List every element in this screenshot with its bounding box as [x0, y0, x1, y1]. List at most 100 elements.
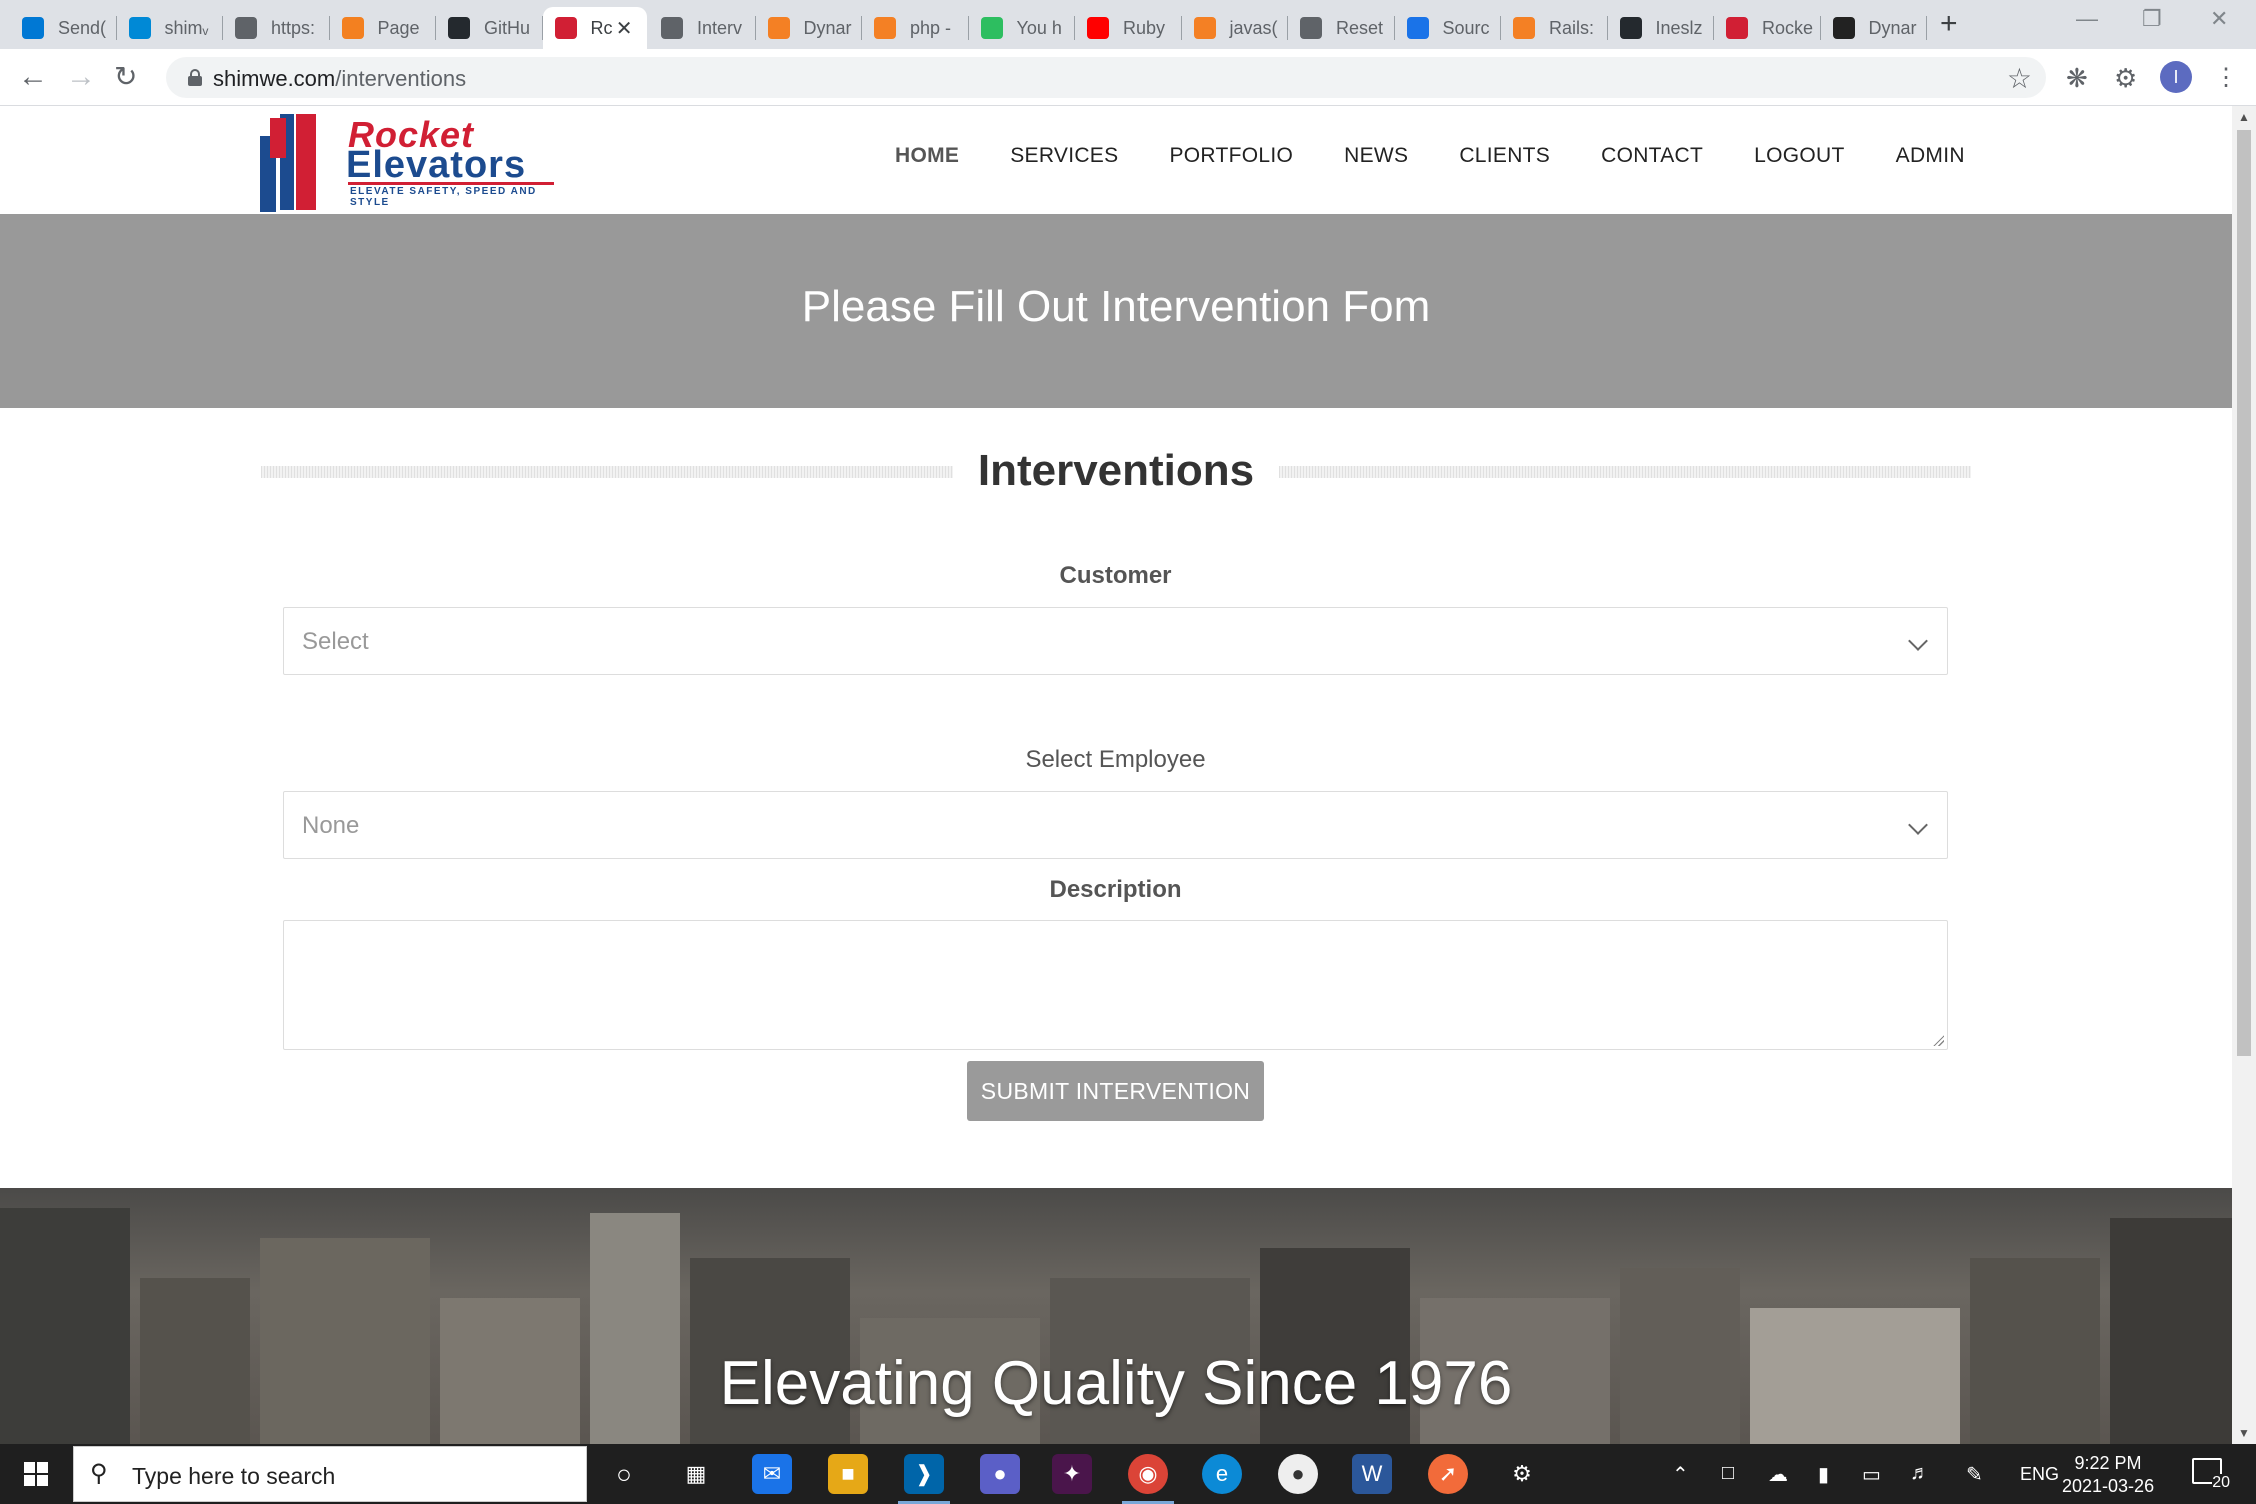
- clock-time: 9:22 PM: [2074, 1453, 2142, 1473]
- globe-icon: [1300, 17, 1322, 39]
- browser-tab-title: You h: [1016, 17, 1062, 38]
- stackoverflow-icon: [1193, 17, 1216, 39]
- back-icon[interactable]: ←: [18, 60, 48, 94]
- browser-tab-title: javas(: [1229, 17, 1278, 38]
- browser-tab[interactable]: GitHu: [436, 7, 543, 49]
- close-window-icon[interactable]: ✕: [2210, 6, 2228, 32]
- nav-home[interactable]: HOME: [895, 144, 959, 168]
- employee-select-value: None: [302, 812, 360, 839]
- forward-icon[interactable]: →: [66, 60, 96, 94]
- address-bar[interactable]: shimwe.com/interventions ☆: [166, 57, 2046, 98]
- browser-tab[interactable]: Dynar: [1821, 7, 1927, 49]
- tray-chevron-up-icon[interactable]: ⌃: [1672, 1462, 1689, 1487]
- nav-news[interactable]: NEWS: [1344, 144, 1408, 168]
- customer-select[interactable]: Select: [283, 607, 1948, 675]
- youtube-icon: [1087, 17, 1109, 39]
- taskbar-search-placeholder: Type here to search: [132, 1463, 336, 1489]
- postman-icon[interactable]: ➚: [1428, 1454, 1468, 1494]
- clock-date: 2021-03-26: [2062, 1476, 2155, 1496]
- globe-icon: [235, 17, 257, 39]
- word-icon[interactable]: W: [1352, 1454, 1392, 1494]
- browser-tab-title: Interv: [697, 17, 743, 38]
- page-viewport: Rocket Elevators ELEVATE SAFETY, SPEED A…: [0, 106, 2232, 1444]
- tray-microphone-icon[interactable]: ▮: [1818, 1462, 1829, 1487]
- browser-tab[interactable]: javas(: [1182, 7, 1288, 49]
- stackoverflow-icon: [1513, 17, 1535, 39]
- new-tab-icon[interactable]: +: [1940, 8, 1958, 40]
- close-tab-icon[interactable]: ✕: [616, 16, 633, 41]
- browser-tab[interactable]: Ineslz: [1608, 7, 1714, 49]
- description-label: Description: [1049, 876, 1182, 903]
- tray-volume-icon[interactable]: ♬: [1910, 1462, 1930, 1485]
- browser-menu-icon[interactable]: ⋮: [2214, 63, 2238, 92]
- scroll-thumb[interactable]: [2237, 130, 2251, 1056]
- taskbar-clock[interactable]: 9:22 PM 2021-03-26: [2062, 1452, 2154, 1498]
- browser-tab[interactable]: php -: [862, 7, 969, 49]
- nav-portfolio[interactable]: PORTFOLIO: [1169, 144, 1293, 168]
- employee-select[interactable]: None: [283, 791, 1948, 859]
- nav-services[interactable]: SERVICES: [1010, 144, 1118, 168]
- browser-tab[interactable]: Reset: [1288, 7, 1395, 49]
- windows-start-icon[interactable]: [24, 1462, 48, 1486]
- slack-icon[interactable]: ✦: [1052, 1454, 1092, 1494]
- settings-gear-icon[interactable]: ⚙: [1502, 1454, 1542, 1494]
- cortana-icon[interactable]: ○: [604, 1454, 644, 1494]
- url-text[interactable]: shimwe.com/interventions: [213, 66, 466, 92]
- browser-tab[interactable]: shimᵥ: [117, 7, 223, 49]
- browser-tab-title: Sourc: [1442, 17, 1490, 38]
- browser-tab-title: https:: [271, 17, 316, 38]
- teams-icon[interactable]: ●: [980, 1454, 1020, 1494]
- browser-tab-title: Dynar: [1868, 17, 1917, 38]
- customer-select-value: Select: [302, 628, 369, 655]
- language-indicator[interactable]: ENG: [2020, 1464, 2059, 1485]
- nav-admin[interactable]: ADMIN: [1896, 144, 1965, 168]
- browser-tab[interactable]: Interv: [649, 7, 756, 49]
- browser-tab[interactable]: Dynar: [756, 7, 862, 49]
- cloudflare-icon: [341, 17, 364, 39]
- browser-tab[interactable]: https:: [223, 7, 330, 49]
- reload-icon[interactable]: ↻: [114, 60, 137, 94]
- extensions-puzzle-icon[interactable]: ⚙: [2114, 63, 2137, 94]
- description-textarea[interactable]: [283, 920, 1948, 1050]
- stackoverflow-icon: [767, 17, 790, 39]
- browser-tab[interactable]: Send(: [10, 7, 117, 49]
- tray-pen-icon[interactable]: ✎: [1966, 1462, 1983, 1487]
- tray-onedrive-icon[interactable]: ☁: [1768, 1462, 1788, 1487]
- resize-grip-icon[interactable]: [1932, 1034, 1944, 1046]
- rocket-elevators-logo[interactable]: Rocket Elevators ELEVATE SAFETY, SPEED A…: [258, 106, 558, 212]
- vscode-icon[interactable]: ❱: [898, 1454, 950, 1504]
- chrome-icon[interactable]: ◉: [1122, 1454, 1174, 1504]
- taskbar-search-box[interactable]: ⚲ Type here to search: [73, 1446, 587, 1502]
- restore-icon[interactable]: ❐: [2142, 6, 2162, 32]
- browser-tab-title: shimᵥ: [164, 17, 209, 38]
- nav-logout[interactable]: LOGOUT: [1754, 144, 1844, 168]
- scroll-up-icon[interactable]: ▲: [2238, 110, 2250, 124]
- page-scrollbar[interactable]: ▲ ▼: [2232, 106, 2256, 1444]
- browser-tab[interactable]: Ruby: [1075, 7, 1182, 49]
- browser-tab[interactable]: Rails:: [1501, 7, 1608, 49]
- browser-tab[interactable]: Rc ✕: [542, 7, 647, 49]
- tray-meet-icon[interactable]: □: [1722, 1462, 1734, 1485]
- browser-tab[interactable]: Page: [330, 7, 436, 49]
- browser-tab[interactable]: Sourc: [1395, 7, 1501, 49]
- mail-icon[interactable]: ✉: [752, 1454, 792, 1494]
- lock-icon[interactable]: [188, 69, 202, 86]
- notification-center-icon[interactable]: 20: [2192, 1458, 2230, 1492]
- bookmark-star-icon[interactable]: ☆: [2007, 62, 2032, 95]
- nav-contact[interactable]: CONTACT: [1601, 144, 1703, 168]
- browser-tab[interactable]: You h: [969, 7, 1075, 49]
- file-explorer-icon[interactable]: ■: [828, 1454, 868, 1494]
- tray-battery-icon[interactable]: ▭: [1862, 1462, 1881, 1487]
- browser-tab[interactable]: Rocke: [1714, 7, 1821, 49]
- bug-extension-icon[interactable]: ❋: [2066, 63, 2088, 94]
- edge-icon[interactable]: e: [1202, 1454, 1242, 1494]
- task-view-icon[interactable]: ▦: [676, 1454, 716, 1494]
- nav-clients[interactable]: CLIENTS: [1459, 144, 1550, 168]
- submit-intervention-button[interactable]: SUBMIT INTERVENTION: [967, 1061, 1264, 1121]
- postgres-icon[interactable]: ●: [1278, 1454, 1318, 1494]
- browser-tab-title: Reset: [1336, 17, 1384, 38]
- rocket-elevators-icon: [554, 17, 577, 39]
- minimize-icon[interactable]: —: [2076, 6, 2098, 32]
- scroll-down-icon[interactable]: ▼: [2238, 1426, 2250, 1440]
- profile-avatar[interactable]: I: [2160, 61, 2192, 93]
